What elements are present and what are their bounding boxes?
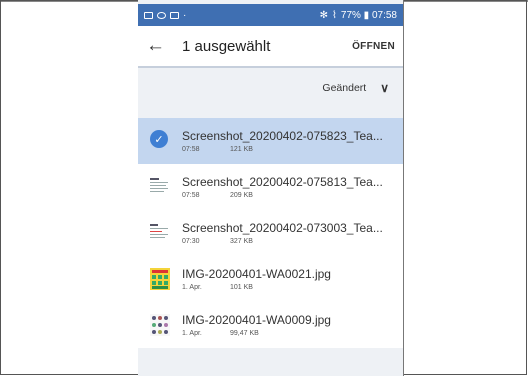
file-texts: IMG-20200401-WA0009.jpg 1. Apr. 99,47 KB xyxy=(182,313,403,337)
sort-bar[interactable]: Geändert ∨ xyxy=(138,68,403,108)
file-row[interactable]: Screenshot_20200402-073003_Tea... 07:30 … xyxy=(138,210,403,256)
file-size: 101 KB xyxy=(230,284,253,291)
file-size: 209 KB xyxy=(230,192,253,199)
document-thumbnail-icon xyxy=(150,222,170,244)
sync-icon xyxy=(157,11,166,19)
image-icon xyxy=(170,11,179,19)
check-icon: ✓ xyxy=(150,130,168,148)
file-time: 07:58 xyxy=(182,146,200,153)
column-divider xyxy=(403,0,404,376)
file-size: 99,47 KB xyxy=(230,330,259,337)
file-thumb: ✓ xyxy=(150,130,170,152)
file-meta: 1. Apr. 99,47 KB xyxy=(182,330,403,337)
file-row[interactable]: Screenshot_20200402-075813_Tea... 07:58 … xyxy=(138,164,403,210)
file-size: 327 KB xyxy=(230,238,253,245)
sort-label[interactable]: Geändert xyxy=(322,82,366,94)
file-meta: 07:30 327 KB xyxy=(182,238,403,245)
file-meta: 07:58 121 KB xyxy=(182,146,403,153)
status-bar: · ✻ ⌇ 77% ▮ 07:58 xyxy=(138,4,403,26)
file-texts: IMG-20200401-WA0021.jpg 1. Apr. 101 KB xyxy=(182,267,403,291)
chevron-down-icon[interactable]: ∨ xyxy=(380,81,389,95)
file-texts: Screenshot_20200402-075813_Tea... 07:58 … xyxy=(182,175,403,199)
file-name: Screenshot_20200402-073003_Tea... xyxy=(182,221,383,235)
mail-icon xyxy=(144,11,153,19)
phone-screen: · ✻ ⌇ 77% ▮ 07:58 ← 1 ausgewählt ÖFFNEN … xyxy=(138,0,403,376)
file-meta: 1. Apr. 101 KB xyxy=(182,284,403,291)
app-bar: ← 1 ausgewählt ÖFFNEN xyxy=(138,26,403,66)
open-button[interactable]: ÖFFNEN xyxy=(352,41,395,52)
status-icons-right: ✻ ⌇ 77% ▮ 07:58 xyxy=(320,10,397,21)
image-thumbnail-icon xyxy=(150,314,170,336)
file-time: 1. Apr. xyxy=(182,284,202,291)
document-thumbnail-icon xyxy=(150,176,170,198)
file-meta: 07:58 209 KB xyxy=(182,192,403,199)
file-row[interactable]: IMG-20200401-WA0021.jpg 1. Apr. 101 KB xyxy=(138,256,403,302)
file-name: Screenshot_20200402-075823_Tea... xyxy=(182,129,383,143)
file-texts: Screenshot_20200402-073003_Tea... 07:30 … xyxy=(182,221,403,245)
file-row[interactable]: ✓ Screenshot_20200402-075823_Tea... 07:5… xyxy=(138,118,403,164)
file-texts: Screenshot_20200402-075823_Tea... 07:58 … xyxy=(182,129,403,153)
file-list: ✓ Screenshot_20200402-075823_Tea... 07:5… xyxy=(138,118,403,348)
file-name: IMG-20200401-WA0009.jpg xyxy=(182,313,331,327)
bluetooth-icon: ✻ xyxy=(319,9,328,21)
file-time: 07:30 xyxy=(182,238,200,245)
file-row[interactable]: IMG-20200401-WA0009.jpg 1. Apr. 99,47 KB xyxy=(138,302,403,348)
file-time: 1. Apr. xyxy=(182,330,202,337)
dot-icon: · xyxy=(183,9,187,21)
file-name: Screenshot_20200402-075813_Tea... xyxy=(182,175,383,189)
back-arrow-icon[interactable]: ← xyxy=(146,35,174,57)
image-thumbnail-icon xyxy=(150,268,170,290)
file-name: IMG-20200401-WA0021.jpg xyxy=(182,267,331,281)
selection-title: 1 ausgewählt xyxy=(182,37,271,55)
status-icons-left: · xyxy=(144,10,186,21)
file-time: 07:58 xyxy=(182,192,200,199)
signal-icon: ⌇ xyxy=(332,9,337,21)
file-size: 121 KB xyxy=(230,146,253,153)
status-right-text: 77% ▮ 07:58 xyxy=(340,9,397,21)
